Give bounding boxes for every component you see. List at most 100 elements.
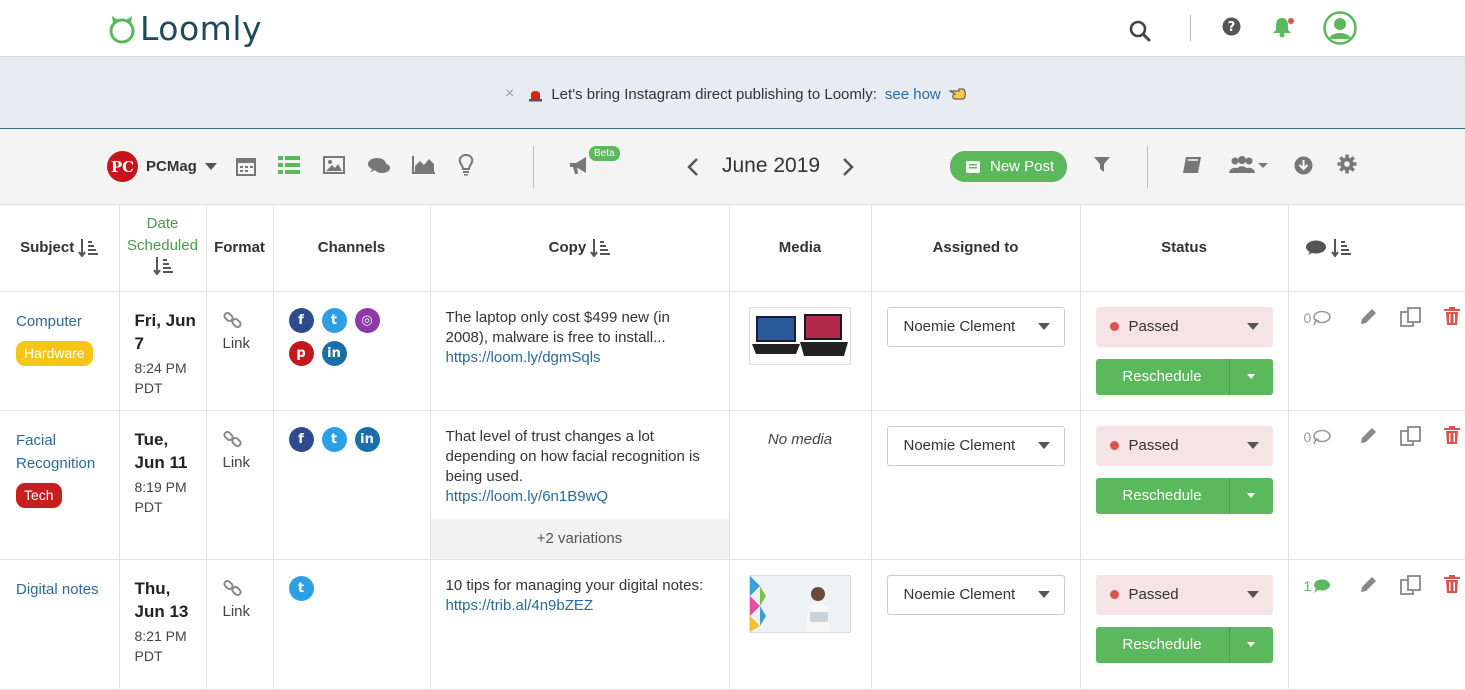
header-date-label: Date <box>146 215 179 233</box>
assignee-select[interactable]: Noemie Clement <box>886 574 1065 615</box>
media-thumbnail[interactable] <box>749 574 851 633</box>
help-icon[interactable]: ? <box>1221 16 1241 36</box>
chevron-down-icon <box>1037 323 1050 330</box>
sort-icon[interactable] <box>152 257 173 276</box>
copy-link[interactable]: https://loom.ly/dgmSqls <box>446 348 714 368</box>
status-select[interactable]: Passed <box>1095 574 1273 615</box>
previous-month-chevron-icon[interactable] <box>685 157 701 177</box>
image-library-icon[interactable] <box>323 155 345 175</box>
edit-pencil-icon[interactable] <box>1359 308 1377 326</box>
top-bar: Loomly ? <box>0 0 1465 57</box>
copy-link[interactable]: https://trib.al/4n9bZEZ <box>446 596 714 616</box>
download-circle-icon[interactable] <box>1293 155 1313 175</box>
comments-button[interactable]: 0 <box>1304 429 1332 445</box>
sort-icon[interactable] <box>590 238 611 258</box>
analytics-icon[interactable] <box>412 155 436 175</box>
edit-pencil-icon[interactable] <box>1359 576 1377 594</box>
search-icon[interactable] <box>1128 19 1152 43</box>
reschedule-button[interactable]: Reschedule <box>1095 358 1230 395</box>
new-post-icon <box>966 160 980 173</box>
header-comments[interactable] <box>1288 205 1465 292</box>
bell-icon[interactable] <box>1270 15 1296 39</box>
table-row[interactable]: Facial Recognition Tech Tue, Jun 11 8:19… <box>0 410 1465 560</box>
next-month-chevron-icon[interactable] <box>840 157 856 177</box>
format-cell: Link <box>206 410 274 560</box>
assignee-select[interactable]: Noemie Clement <box>886 425 1065 466</box>
comment-icon <box>1313 310 1332 325</box>
delete-trash-icon[interactable] <box>1443 574 1460 593</box>
header-subject[interactable]: Subject <box>0 205 120 292</box>
advertising-megaphone-icon[interactable] <box>568 155 592 177</box>
facebook-icon: f <box>288 307 314 333</box>
sort-icon[interactable] <box>1330 238 1351 258</box>
post-subject-link[interactable]: Facial Recognition <box>16 429 106 475</box>
status-dot <box>1109 590 1119 599</box>
new-post-button[interactable]: New Post <box>950 151 1068 182</box>
date-cell: Fri, Jun 7 8:24 PM PDT <box>119 291 207 411</box>
delete-trash-icon[interactable] <box>1443 425 1460 444</box>
duplicate-icon[interactable] <box>1399 574 1422 595</box>
copy-cell[interactable]: The laptop only cost $499 new (in 2008),… <box>430 291 730 411</box>
reschedule-dropdown-button[interactable] <box>1229 477 1273 514</box>
header-assigned: Assigned to <box>871 205 1081 292</box>
banner-see-how-link[interactable]: see how <box>885 86 941 103</box>
post-subject-link[interactable]: Computer <box>16 310 119 333</box>
conversations-icon[interactable] <box>367 156 391 176</box>
variations-link[interactable]: +2 variations <box>430 518 729 559</box>
actions-cell: 0 <box>1288 291 1465 411</box>
tag-badge[interactable]: Hardware <box>16 340 93 366</box>
reschedule-button[interactable]: Reschedule <box>1095 477 1230 514</box>
date-time: 8:19 PM <box>134 478 187 495</box>
media-cell: No media <box>729 410 872 560</box>
current-month-label: June 2019 <box>722 154 820 178</box>
settings-gear-icon[interactable] <box>1337 154 1357 174</box>
list-view-icon[interactable] <box>278 155 300 175</box>
post-subject-link[interactable]: Digital notes <box>16 578 119 601</box>
new-post-label: New Post <box>990 158 1055 175</box>
table-row[interactable]: Digital notes Thu, Jun 13 8:21 PM PDT Li… <box>0 559 1465 690</box>
edit-pencil-icon[interactable] <box>1359 427 1377 445</box>
reschedule-dropdown-button[interactable] <box>1229 626 1273 663</box>
announcement-banner: × Let's bring Instagram direct publishin… <box>0 57 1465 129</box>
media-thumbnail[interactable] <box>749 306 851 365</box>
status-select[interactable]: Passed <box>1095 425 1273 466</box>
banner-close-button[interactable]: × <box>505 85 514 103</box>
status-cell: Passed Reschedule <box>1080 410 1289 560</box>
header-copy[interactable]: Copy <box>430 205 730 292</box>
header-date-scheduled[interactable]: Date Scheduled <box>119 205 207 292</box>
team-users-icon[interactable] <box>1229 155 1269 175</box>
chevron-down-icon <box>204 163 217 170</box>
date-day: Tue, <box>134 429 169 449</box>
tag-badge[interactable]: Tech <box>16 482 62 508</box>
reschedule-dropdown-button[interactable] <box>1229 358 1273 395</box>
copy-cell[interactable]: That level of trust changes a lot depend… <box>430 410 730 560</box>
copy-link[interactable]: https://loom.ly/6n1B9wQ <box>446 487 714 507</box>
comments-button[interactable]: 1 <box>1304 578 1332 594</box>
comments-button[interactable]: 0 <box>1304 310 1332 326</box>
facebook-icon: f <box>288 426 314 452</box>
user-avatar-icon[interactable] <box>1322 10 1358 46</box>
filter-icon[interactable] <box>1093 156 1111 174</box>
sort-icon[interactable] <box>78 238 99 258</box>
ideas-lightbulb-icon[interactable] <box>457 154 475 176</box>
header-format: Format <box>206 205 274 292</box>
brand-selector[interactable]: PC PCMag <box>107 151 217 182</box>
loomly-logo[interactable]: Loomly <box>108 9 262 48</box>
library-book-icon[interactable] <box>1182 155 1202 175</box>
loomly-logo-icon <box>109 15 135 43</box>
banner-text: Let's bring Instagram direct publishing … <box>551 85 877 103</box>
status-select[interactable]: Passed <box>1095 306 1273 347</box>
reschedule-button[interactable]: Reschedule <box>1095 626 1230 663</box>
copy-text: 10 tips for managing your digital notes: <box>445 576 704 594</box>
delete-trash-icon[interactable] <box>1443 306 1460 325</box>
copy-cell[interactable]: 10 tips for managing your digital notes:… <box>430 559 730 690</box>
duplicate-icon[interactable] <box>1399 425 1422 446</box>
duplicate-icon[interactable] <box>1399 306 1422 327</box>
calendar-view-icon[interactable] <box>235 155 257 177</box>
assignee-select[interactable]: Noemie Clement <box>886 306 1065 347</box>
month-text: June 2019 <box>722 154 821 177</box>
table-header-row: Subject Date Scheduled Format Channels C… <box>0 205 1465 292</box>
header-divider <box>1190 15 1191 41</box>
channels-cell: t <box>273 559 431 690</box>
table-row[interactable]: Computer Hardware Fri, Jun 7 8:24 PM PDT… <box>0 291 1465 411</box>
